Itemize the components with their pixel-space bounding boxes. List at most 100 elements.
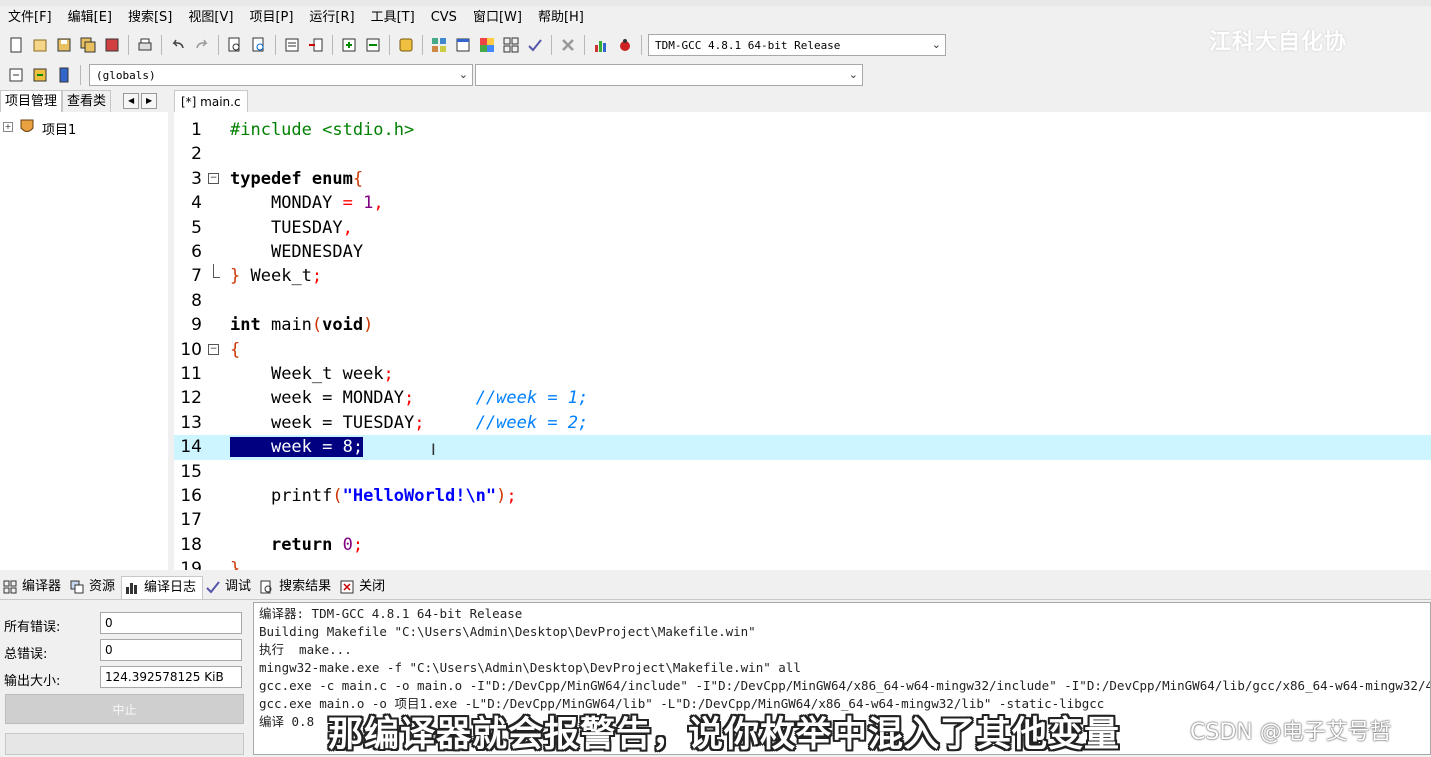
chevron-down-icon: ⌄ (848, 68, 858, 81)
menu-tools[interactable]: 工具[T] (363, 6, 423, 30)
debug-icon[interactable] (615, 35, 635, 55)
resources-icon (69, 579, 85, 595)
code-line: 11 Week_t week; (180, 364, 394, 384)
close-file-icon[interactable] (102, 35, 122, 55)
insert-code-icon[interactable] (6, 65, 26, 85)
tab-scroll-left-icon[interactable]: ◀ (123, 93, 140, 109)
project-icon (20, 119, 34, 132)
clean-icon[interactable] (558, 35, 578, 55)
bottom-panel-tabs: 编译器 资源 编译日志 调试 搜索结果 关闭 (0, 575, 1431, 600)
log-line: 编译 0.8 (259, 714, 315, 729)
class-toolbar: (globals) ⌄ ⌄ (0, 62, 875, 88)
code-line: 16 printf("HelloWorld!\n"); (180, 486, 517, 506)
output-size-field: 124.392578125 KiB (100, 666, 242, 688)
editor-tab-main-c[interactable]: [*] main.c (174, 90, 248, 113)
tab-search-results[interactable]: 搜索结果 (257, 576, 337, 598)
scope-select-value: (globals) (96, 68, 156, 82)
log-line: 执行 make... (259, 642, 352, 657)
code-line: 3− typedef enum{ (191, 168, 364, 189)
tab-close[interactable]: 关闭 (337, 576, 391, 598)
menu-help[interactable]: 帮助[H] (530, 6, 592, 30)
code-line: 15 (180, 461, 202, 482)
search-results-icon (259, 579, 275, 595)
find-icon[interactable] (225, 35, 245, 55)
log-line: Building Makefile "C:\Users\Admin\Deskto… (259, 624, 756, 639)
print-icon[interactable] (135, 35, 155, 55)
code-line: 7} Week_t; (191, 264, 323, 287)
menu-project[interactable]: 项目[P] (241, 6, 301, 30)
tab-project-manager[interactable]: 项目管理 (0, 89, 63, 113)
compiler-icon (2, 579, 18, 595)
code-editor[interactable]: 1 #include <stdio.h> 2 3− typedef enum{ 4 … (174, 112, 1431, 570)
toggle-bookmark-icon[interactable] (30, 65, 50, 85)
expand-icon[interactable]: + (3, 122, 13, 132)
code-line: 9 int main(void) (191, 315, 374, 336)
menu-window[interactable]: 窗口[W] (465, 6, 530, 30)
channel-watermark: 江科大自化协 (1208, 30, 1347, 55)
total-errors-field: 0 (100, 639, 242, 661)
tab-debug[interactable]: 调试 (203, 576, 257, 598)
scope-select[interactable]: (globals) ⌄ (89, 64, 473, 86)
stop-button[interactable]: 中止 (5, 694, 244, 724)
code-line: 12 week = MONDAY; //week = 1; (180, 388, 589, 409)
new-file-icon[interactable] (6, 35, 26, 55)
rebuild-all-icon[interactable] (501, 35, 521, 55)
save-all-icon[interactable] (78, 35, 98, 55)
compile-icon[interactable] (429, 35, 449, 55)
symbol-select[interactable]: ⌄ (475, 64, 863, 86)
menu-edit[interactable]: 编辑[E] (60, 6, 120, 30)
code-line: 19} (180, 559, 241, 570)
code-line: 13 week = TUESDAY; //week = 2; (180, 412, 589, 433)
code-line-current: 14 week = 8; I (174, 435, 1431, 460)
project-tree: + 项目1 (0, 112, 168, 570)
main-toolbar: TDM-GCC 4.8.1 64-bit Release ⌄ (0, 30, 1100, 60)
compile-log-icon (124, 580, 140, 596)
fold-collapse-icon[interactable]: − (208, 172, 219, 184)
fold-collapse-icon[interactable]: − (208, 343, 219, 355)
menu-file[interactable]: 文件[F] (0, 6, 60, 30)
indent-icon[interactable] (282, 35, 302, 55)
log-line: 编译器: TDM-GCC 4.8.1 64-bit Release (259, 606, 523, 621)
menu-cvs[interactable]: CVS (423, 6, 465, 30)
tree-item-project[interactable]: 项目1 (42, 119, 76, 138)
remove-from-project-icon[interactable] (363, 35, 383, 55)
output-size-label: 输出大小: (4, 674, 61, 689)
total-errors-label: 总错误: (4, 647, 48, 662)
code-line: 18 return 0; (180, 534, 364, 555)
code-line: 6 WEDNESDAY (191, 242, 364, 262)
open-file-icon[interactable] (30, 35, 50, 55)
save-icon[interactable] (54, 35, 74, 55)
chevron-down-icon: ⌄ (458, 68, 468, 81)
selected-text: week = 8; (270, 437, 364, 458)
goto-line-icon[interactable] (306, 35, 326, 55)
add-to-project-icon[interactable] (339, 35, 359, 55)
run-icon[interactable] (453, 35, 473, 55)
profile-icon[interactable] (591, 35, 611, 55)
left-panel-tabs: 项目管理 查看类 ◀ ▶ (0, 89, 170, 113)
tab-compiler[interactable]: 编译器 (0, 576, 67, 598)
syntax-check-icon[interactable] (525, 35, 545, 55)
compiler-select-value: TDM-GCC 4.8.1 64-bit Release (655, 38, 841, 52)
menu-view[interactable]: 视图[V] (180, 6, 241, 30)
tab-scroll-right-icon[interactable]: ▶ (141, 93, 158, 109)
code-line: 4 MONDAY = 1, (191, 193, 384, 214)
log-line: gcc.exe -c main.c -o main.o -I"D:/DevCpp… (259, 678, 1431, 693)
compile-run-icon[interactable] (477, 35, 497, 55)
redo-icon[interactable] (192, 35, 212, 55)
video-subtitle: 那编译器就会报警告，说你枚举中混入了其他变量 (328, 715, 1121, 755)
tab-compile-log[interactable]: 编译日志 (121, 575, 204, 599)
goto-bookmark-icon[interactable] (54, 65, 74, 85)
all-errors-field: 0 (100, 612, 242, 634)
tab-class-view[interactable]: 查看类 (62, 89, 112, 113)
debug-check-icon (205, 579, 221, 595)
menu-run[interactable]: 运行[R] (301, 6, 362, 30)
log-line: mingw32-make.exe -f "C:\Users\Admin\Desk… (259, 660, 801, 675)
project-options-icon[interactable] (396, 35, 416, 55)
fold-end-icon (213, 264, 220, 279)
code-line: 2 (191, 144, 202, 165)
replace-icon[interactable] (249, 35, 269, 55)
compiler-select[interactable]: TDM-GCC 4.8.1 64-bit Release ⌄ (648, 34, 946, 56)
menu-search[interactable]: 搜索[S] (120, 6, 180, 30)
tab-resources[interactable]: 资源 (67, 576, 121, 598)
undo-icon[interactable] (168, 35, 188, 55)
